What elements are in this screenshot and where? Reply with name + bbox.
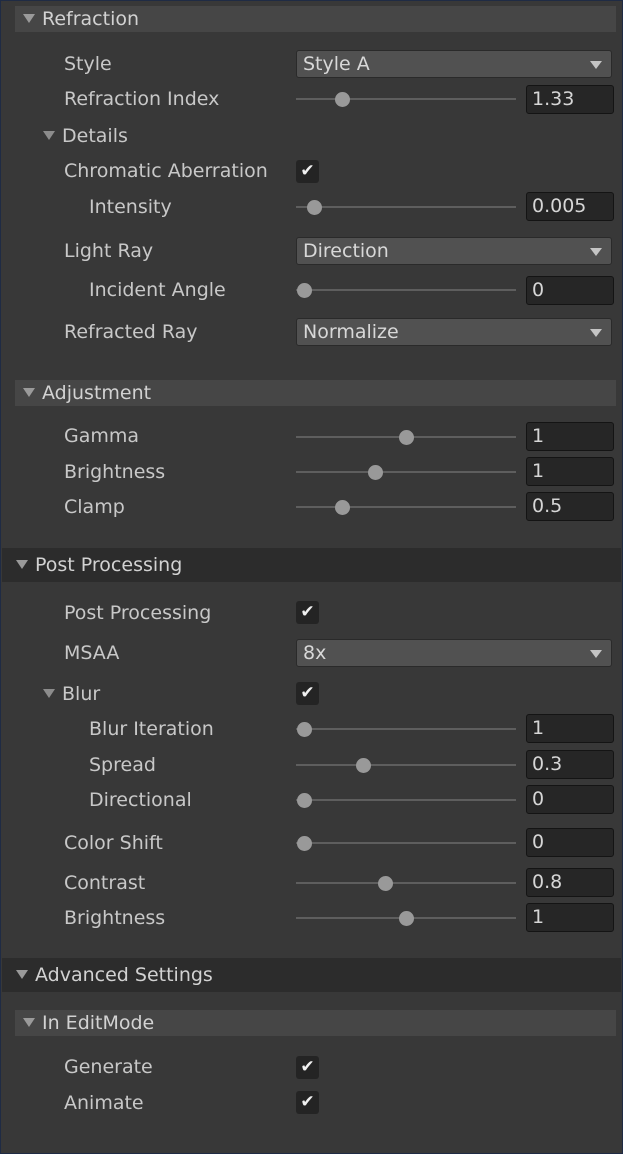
foldout-icon	[23, 388, 35, 397]
chevron-down-icon	[590, 61, 602, 69]
clamp-slider-track[interactable]	[296, 506, 516, 508]
brightness-field[interactable]: 1	[526, 457, 614, 486]
intensity-label: Intensity	[89, 196, 172, 218]
spread-field[interactable]: 0.3	[526, 750, 614, 779]
chromatic-aberration-checkbox[interactable]: ✔	[296, 160, 319, 183]
refraction-index-field[interactable]: 1.33	[526, 85, 614, 114]
post-brightness-slider-knob[interactable]	[398, 910, 414, 926]
color-shift-slider-knob[interactable]	[296, 835, 312, 851]
generate-checkbox[interactable]: ✔	[296, 1056, 319, 1079]
gamma-field[interactable]: 1	[526, 422, 614, 451]
blur-iteration-slider-track[interactable]	[296, 728, 516, 730]
blur-label: Blur	[62, 683, 101, 705]
blur-iteration-field[interactable]: 1	[526, 714, 614, 743]
blur-foldout[interactable]: Blur	[43, 681, 100, 707]
contrast-slider-track[interactable]	[296, 882, 516, 884]
color-shift-label: Color Shift	[64, 832, 163, 854]
adjustment-header[interactable]: Adjustment	[15, 380, 616, 406]
msaa-label: MSAA	[64, 642, 120, 664]
incident-angle-slider-knob[interactable]	[296, 282, 312, 298]
refraction-header-label: Refraction	[42, 8, 140, 30]
foldout-icon	[43, 689, 55, 698]
clamp-slider-knob[interactable]	[335, 499, 351, 515]
contrast-field[interactable]: 0.8	[526, 868, 614, 897]
incident-angle-label: Incident Angle	[89, 279, 226, 301]
clamp-field[interactable]: 0.5	[526, 492, 614, 521]
advanced-settings-header-label: Advanced Settings	[35, 964, 213, 986]
color-shift-slider-track[interactable]	[296, 842, 516, 844]
color-shift-field[interactable]: 0	[526, 828, 614, 857]
foldout-icon	[23, 1018, 35, 1027]
light-ray-dropdown-value: Direction	[303, 240, 389, 262]
directional-label: Directional	[89, 789, 192, 811]
refracted-ray-label: Refracted Ray	[64, 321, 198, 343]
contrast-label: Contrast	[64, 872, 146, 894]
intensity-slider-knob[interactable]	[306, 199, 322, 215]
light-ray-dropdown[interactable]: Direction	[296, 237, 612, 265]
chromatic-aberration-label: Chromatic Aberration	[64, 160, 268, 182]
details-foldout[interactable]: Details	[43, 123, 128, 149]
refraction-header[interactable]: Refraction	[15, 6, 616, 32]
post-brightness-label: Brightness	[64, 907, 166, 929]
post-processing-label: Post Processing	[64, 602, 212, 624]
msaa-dropdown-value: 8x	[303, 642, 327, 664]
chevron-down-icon	[590, 650, 602, 658]
in-editmode-header[interactable]: In EditMode	[15, 1010, 616, 1036]
gamma-label: Gamma	[64, 425, 140, 447]
style-dropdown[interactable]: Style A	[296, 50, 612, 78]
chevron-down-icon	[590, 248, 602, 256]
gamma-slider-knob[interactable]	[398, 429, 414, 445]
foldout-icon	[16, 970, 28, 979]
spread-label: Spread	[89, 754, 156, 776]
blur-iteration-label: Blur Iteration	[89, 718, 214, 740]
intensity-slider-track[interactable]	[296, 206, 516, 208]
post-processing-header[interactable]: Post Processing	[2, 548, 621, 582]
chevron-down-icon	[590, 329, 602, 337]
blur-checkbox[interactable]: ✔	[296, 682, 319, 705]
incident-angle-slider-track[interactable]	[296, 289, 516, 291]
animate-checkbox[interactable]: ✔	[296, 1091, 319, 1114]
refracted-ray-dropdown-value: Normalize	[303, 321, 399, 343]
brightness-slider-track[interactable]	[296, 471, 516, 473]
incident-angle-field[interactable]: 0	[526, 276, 614, 305]
refraction-index-label: Refraction Index	[64, 88, 220, 110]
in-editmode-header-label: In EditMode	[42, 1012, 155, 1034]
generate-label: Generate	[64, 1056, 153, 1078]
blur-iteration-slider-knob[interactable]	[296, 721, 312, 737]
light-ray-label: Light Ray	[64, 240, 154, 262]
post-processing-header-label: Post Processing	[35, 554, 183, 576]
post-processing-checkbox[interactable]: ✔	[296, 601, 319, 624]
animate-label: Animate	[64, 1092, 144, 1114]
adjustment-header-label: Adjustment	[42, 382, 152, 404]
brightness-slider-knob[interactable]	[367, 464, 383, 480]
spread-slider-knob[interactable]	[355, 757, 371, 773]
directional-field[interactable]: 0	[526, 785, 614, 814]
directional-slider-track[interactable]	[296, 799, 516, 801]
post-brightness-field[interactable]: 1	[526, 903, 614, 932]
intensity-field[interactable]: 0.005	[526, 192, 614, 221]
brightness-label: Brightness	[64, 461, 166, 483]
refracted-ray-dropdown[interactable]: Normalize	[296, 318, 612, 346]
foldout-icon	[43, 131, 55, 140]
directional-slider-knob[interactable]	[296, 792, 312, 808]
refraction-index-slider-track[interactable]	[296, 98, 516, 100]
clamp-label: Clamp	[64, 496, 125, 518]
msaa-dropdown[interactable]: 8x	[296, 639, 612, 667]
style-label: Style	[64, 53, 112, 75]
foldout-icon	[23, 14, 35, 23]
foldout-icon	[16, 560, 28, 569]
advanced-settings-header[interactable]: Advanced Settings	[2, 958, 621, 992]
spread-slider-track[interactable]	[296, 764, 516, 766]
contrast-slider-knob[interactable]	[378, 875, 394, 891]
refraction-index-slider-knob[interactable]	[335, 91, 351, 107]
style-dropdown-value: Style A	[303, 53, 370, 75]
details-label: Details	[62, 125, 128, 147]
